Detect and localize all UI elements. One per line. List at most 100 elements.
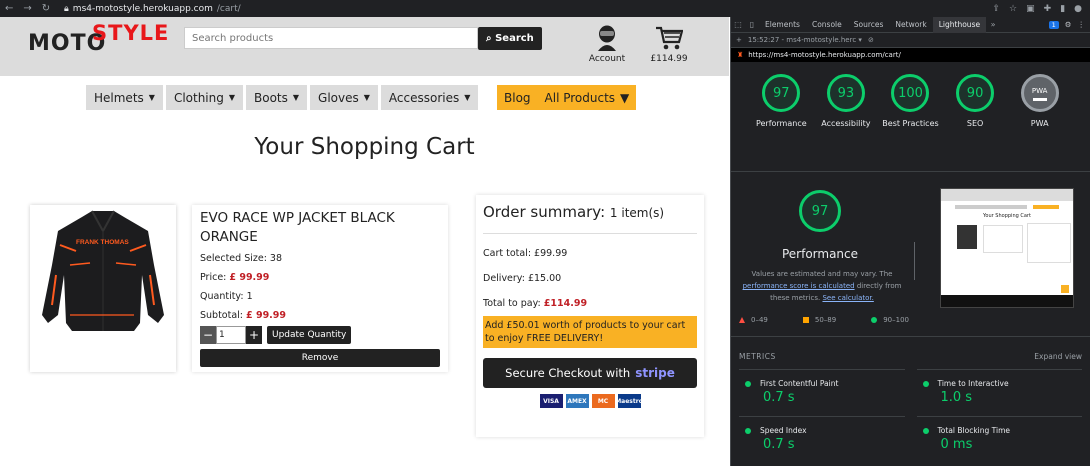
- gauge-accessibility[interactable]: 93 Accessibility: [817, 74, 875, 171]
- metric-tti: Time to Interactive 1.0 s: [916, 369, 1082, 416]
- tab-elements[interactable]: Elements: [759, 17, 806, 33]
- metric-label: Speed Index: [760, 426, 807, 435]
- score-ring: 93: [826, 74, 865, 112]
- gauge-label: Best Practices: [882, 119, 939, 128]
- triangle-icon: [739, 317, 745, 323]
- checkout-label: Secure Checkout with: [505, 366, 631, 380]
- circle-icon: [745, 427, 751, 434]
- legend-label: 50–89: [814, 316, 837, 324]
- account-link[interactable]: Account: [584, 25, 630, 64]
- cart-link[interactable]: £114.99: [648, 25, 690, 64]
- remove-button[interactable]: Remove: [200, 349, 440, 367]
- cart-total: £114.99: [650, 54, 688, 64]
- inspect-icon[interactable]: ⬚: [731, 20, 745, 29]
- quantity-row: Quantity: 1: [200, 291, 253, 302]
- search-icon: ⌕: [486, 33, 492, 44]
- score-calculated-link[interactable]: performance score is calculated: [743, 282, 855, 290]
- secure-checkout-button[interactable]: Secure Checkout with stripe: [483, 358, 697, 388]
- new-report-icon[interactable]: +: [736, 36, 742, 44]
- price-value: £ 99.99: [229, 272, 270, 283]
- lighthouse-toolbar: + 15:52:27 - ms4-motostyle.herc ▾ ⊘: [731, 33, 1090, 48]
- search-form: ⌕ Search: [184, 27, 542, 50]
- nav-boots[interactable]: Boots ▼: [246, 85, 308, 110]
- update-quantity-button[interactable]: Update Quantity: [267, 326, 352, 344]
- back-icon[interactable]: ←: [5, 3, 13, 14]
- forward-icon[interactable]: →: [23, 3, 31, 14]
- puzzle-icon[interactable]: ✚: [1044, 4, 1052, 14]
- legend-label: 90–100: [883, 316, 909, 324]
- nav-label: Clothing: [173, 90, 224, 105]
- quantity-input[interactable]: 1: [216, 326, 246, 344]
- pwa-dash-icon: [1032, 97, 1047, 101]
- nav-gloves[interactable]: Gloves ▼: [310, 85, 378, 110]
- decrement-button[interactable]: −: [200, 326, 216, 344]
- nav-all-products[interactable]: All Products ▼: [538, 85, 637, 110]
- search-input[interactable]: [184, 27, 478, 49]
- report-selector[interactable]: 15:52:27 - ms4-motostyle.herc ▾: [748, 36, 862, 44]
- star-icon[interactable]: ☆: [1009, 4, 1017, 14]
- gauge-best-practices[interactable]: 100 Best Practices: [881, 74, 939, 171]
- orange-nav: Blog All Products ▼: [497, 85, 637, 110]
- thumb-nav: [955, 205, 1027, 209]
- cart-icon: [656, 26, 684, 50]
- pwa-badge-text: PWA: [1031, 86, 1048, 95]
- total-line: Total to pay: £114.99: [483, 298, 697, 309]
- nav-label: Gloves: [318, 90, 359, 105]
- address-bar[interactable]: 🔒︎ ms4-motostyle.herokuapp.com/cart/: [64, 4, 241, 14]
- profile-icon[interactable]: ●: [1074, 4, 1082, 14]
- nav-helmets[interactable]: Helmets ▼: [86, 85, 163, 110]
- tab-sources[interactable]: Sources: [848, 17, 890, 33]
- expand-view-toggle[interactable]: Expand view: [1034, 352, 1082, 361]
- metric-fcp: First Contentful Paint 0.7 s: [739, 369, 905, 416]
- tab-lighthouse[interactable]: Lighthouse: [932, 17, 987, 33]
- gauge-seo[interactable]: 90 SEO: [946, 74, 1004, 171]
- total-label: Total to pay:: [483, 298, 541, 309]
- metric-value: 0.7 s: [763, 437, 795, 452]
- issues-badge[interactable]: 1: [1048, 20, 1059, 29]
- nav-accessories[interactable]: Accessories ▼: [380, 85, 479, 110]
- thumb-title: Your Shopping Cart: [983, 213, 1031, 219]
- pwa-badge-icon: PWA: [1020, 74, 1059, 112]
- caret-down-icon: ▼: [620, 90, 630, 105]
- calculator-link[interactable]: See calculator.: [822, 294, 873, 302]
- circle-icon: [922, 380, 929, 387]
- tab-console[interactable]: Console: [806, 17, 848, 33]
- more-tabs-icon[interactable]: »: [986, 20, 1000, 29]
- share-icon[interactable]: ⇪: [993, 4, 1001, 14]
- nav-blog[interactable]: Blog: [497, 85, 538, 110]
- summary-title: Order summary:: [483, 203, 606, 221]
- performance-note: Values are estimated and may vary. The p…: [737, 268, 907, 304]
- sidebar-icon[interactable]: ▮: [1060, 4, 1065, 14]
- nav-label: Accessories: [388, 90, 460, 105]
- metric-tbt: Total Blocking Time 0 ms: [916, 416, 1082, 463]
- score-legend: 0–49 50–89 90–100: [739, 316, 909, 324]
- increment-button[interactable]: +: [246, 326, 262, 344]
- tab-network[interactable]: Network: [889, 17, 932, 33]
- kebab-menu-icon[interactable]: ⋮: [1078, 20, 1086, 29]
- page-title: Your Shopping Cart: [254, 134, 475, 160]
- order-summary: Order summary: 1 item(s) Cart total: £99…: [476, 195, 704, 437]
- metric-value: 0 ms: [940, 437, 973, 452]
- device-toolbar-icon[interactable]: ▯: [745, 20, 759, 29]
- circle-icon: [922, 427, 929, 434]
- product-image[interactable]: FRANK THOMAS: [30, 205, 176, 372]
- search-button[interactable]: ⌕ Search: [478, 27, 542, 50]
- product-details: EVO RACE WP JACKET BLACK ORANGE Selected…: [192, 205, 448, 372]
- caret-down-icon: ▼: [363, 93, 370, 102]
- extension-icon[interactable]: ▣: [1026, 4, 1035, 14]
- gauge-performance[interactable]: 97 Performance: [752, 74, 810, 171]
- metrics-header: METRICS Expand view: [739, 337, 1082, 361]
- clear-icon[interactable]: ⊘: [868, 36, 874, 44]
- metric-label: First Contentful Paint: [760, 379, 839, 388]
- gauge-pwa[interactable]: PWA PWA: [1011, 74, 1069, 171]
- metrics-section: METRICS Expand view First Contentful Pai…: [731, 337, 1090, 463]
- settings-icon[interactable]: ⚙: [1065, 20, 1072, 29]
- page-screenshot-thumbnail[interactable]: Your Shopping Cart: [940, 188, 1074, 308]
- search-button-label: Search: [495, 33, 534, 44]
- browser-toolbar: ← → ↻ 🔒︎ ms4-motostyle.herokuapp.com/car…: [0, 0, 1090, 17]
- score-ring: 100: [891, 74, 930, 112]
- nav-clothing[interactable]: Clothing ▼: [165, 85, 244, 110]
- reload-icon[interactable]: ↻: [42, 3, 50, 14]
- price-label: Price:: [200, 272, 227, 283]
- performance-score-ring: 97: [799, 190, 841, 232]
